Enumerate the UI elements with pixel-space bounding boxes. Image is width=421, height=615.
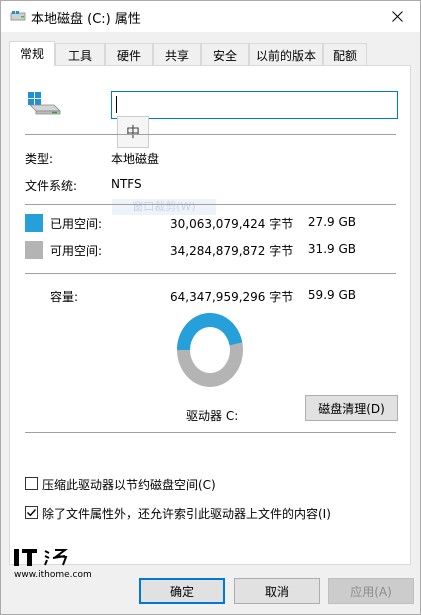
usage-donut-chart [177,313,243,387]
type-label: 类型: [25,152,54,166]
separator [25,273,396,274]
tab-tools[interactable]: 工具 [55,43,105,65]
drive-name-input[interactable] [111,91,398,119]
drive-icon [10,11,26,21]
separator [25,134,396,135]
filesystem-value: NTFS [111,177,142,191]
apply-button[interactable]: 应用(A) [328,578,414,604]
filesystem-label: 文件系统: [25,179,78,193]
disk-cleanup-button[interactable]: 磁盘清理(D) [305,395,398,421]
ithome-watermark: www.ithome.com [11,549,101,582]
tab-security[interactable]: 安全 [201,43,249,65]
capacity-gb: 59.9 GB [307,288,356,302]
used-space-bytes: 30,063,079,424 字节 [170,217,294,231]
used-space-gb: 27.9 GB [307,215,356,229]
compress-checkbox[interactable] [25,477,38,490]
tab-previous-versions[interactable]: 以前的版本 [249,43,323,65]
text-caret [116,96,117,113]
checkmark-icon [27,509,37,517]
ime-indicator: 中 [117,116,149,148]
used-space-swatch [25,214,43,232]
capacity-bytes: 64,347,959,296 字节 [170,290,294,304]
properties-window: 本地磁盘 (C:) 属性 常规 工具 硬件 共享 安全 以前的版本 配额 中 窗… [0,0,421,615]
drive-letter-label: 驱动器 C: [186,409,239,423]
close-icon [391,11,403,22]
cancel-button[interactable]: 取消 [234,578,320,604]
tab-general[interactable]: 常规 [9,41,55,66]
used-space-label: 已用空间: [50,217,103,231]
separator [25,204,396,205]
tab-hardware[interactable]: 硬件 [105,43,153,65]
watermark-site: www.ithome.com [14,570,92,579]
index-checkbox[interactable] [25,506,38,519]
drive-large-icon [28,92,61,115]
window-snip-ghost: 窗口裁剪(W) [112,199,216,215]
ithome-logo-icon: www.ithome.com [14,549,92,580]
free-space-gb: 31.9 GB [307,242,356,256]
donut-hole [190,327,230,373]
capacity-label: 容量: [50,290,79,304]
tab-quota[interactable]: 配额 [323,43,367,65]
free-space-bytes: 34,284,879,872 字节 [170,244,294,258]
type-value: 本地磁盘 [111,152,160,166]
free-space-label: 可用空间: [50,244,103,258]
separator [25,432,396,433]
compress-label[interactable]: 压缩此驱动器以节约磁盘空间(C) [42,476,216,493]
tab-sharing[interactable]: 共享 [153,43,201,65]
index-label[interactable]: 除了文件属性外，还允许索引此驱动器上文件的内容(I) [42,505,331,522]
general-tab-panel: 中 窗口裁剪(W) 类型: 本地磁盘 文件系统: NTFS 已用空间: 30,0… [9,65,411,565]
close-button[interactable] [374,1,420,32]
title-bar: 本地磁盘 (C:) 属性 [1,1,420,32]
free-space-swatch [25,241,43,259]
window-title: 本地磁盘 (C:) 属性 [31,12,141,27]
ok-button[interactable]: 确定 [139,578,225,604]
